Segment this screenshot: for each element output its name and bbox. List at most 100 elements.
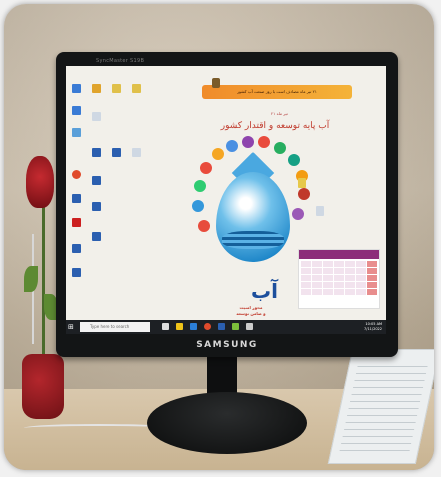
calendar-day (323, 268, 333, 274)
calendar-day (312, 275, 322, 281)
taskbar-clock[interactable]: 10:05 AM 7/11/2022 (364, 322, 382, 332)
subtitle: ۲۱ تیر ماه (271, 111, 288, 116)
calendar-day (301, 289, 311, 295)
emblem-icon (212, 78, 220, 88)
calendar-day (356, 261, 366, 267)
document-icon[interactable] (72, 244, 81, 253)
calendar-day (334, 261, 344, 267)
acrobat-icon[interactable] (72, 218, 81, 227)
bubble-icon (192, 200, 204, 212)
calendar-day (334, 282, 344, 288)
calendar-day (345, 275, 355, 281)
document-icon[interactable] (112, 148, 121, 157)
calendar-day (367, 282, 377, 288)
calendar-day (312, 289, 322, 295)
calendar-day (345, 261, 355, 267)
bubble-icon (288, 154, 300, 166)
network-icon[interactable] (72, 128, 81, 137)
calendar-day (367, 261, 377, 267)
calendar-day (334, 268, 344, 274)
bubble-icon (292, 208, 304, 220)
bubble-icon (226, 140, 238, 152)
bubble-icon (212, 148, 224, 160)
calendar-day (345, 282, 355, 288)
bubble-icon (194, 180, 206, 192)
calendar-widget (298, 249, 380, 309)
bubble-icon (258, 136, 270, 148)
bubble-icon (198, 220, 210, 232)
calendar-day (356, 275, 366, 281)
desktop-screen: ۲۱ تیر ماه مصادف است با روز صنعت آب کشور… (66, 66, 386, 334)
calendar-day (334, 275, 344, 281)
calendar-day (312, 268, 322, 274)
calendar-day (367, 268, 377, 274)
rose-flower (26, 156, 54, 208)
flower-stem (42, 204, 45, 359)
banner: ۲۱ تیر ماه مصادف است با روز صنعت آب کشور (202, 85, 352, 99)
calendar-day (301, 282, 311, 288)
taskbar-search-input[interactable]: Type here to search (80, 322, 150, 332)
document-icon[interactable] (92, 232, 101, 241)
document-icon[interactable] (92, 202, 101, 211)
task-view-icon[interactable] (162, 323, 169, 330)
photo-frame: SyncMaster S19B ۲۱ تیر ماه مصادف است با … (4, 4, 434, 470)
calendar-day (356, 289, 366, 295)
app-icon[interactable] (232, 323, 239, 330)
calendar-day (312, 261, 322, 267)
tagline-1: محور امنیت (239, 305, 263, 310)
folder-icon[interactable] (92, 84, 101, 93)
calendar-day (301, 268, 311, 274)
wave-pattern (222, 231, 284, 249)
file-icon[interactable] (316, 206, 324, 216)
calendar-day (323, 289, 333, 295)
leaf (24, 266, 38, 292)
document-icon[interactable] (92, 148, 101, 157)
monitor-brand-logo: SAMSUNG (196, 340, 258, 350)
bubble-icon (274, 142, 286, 154)
folder-icon[interactable] (112, 84, 121, 93)
bubble-icon (242, 136, 254, 148)
monitor: SyncMaster S19B ۲۱ تیر ماه مصادف است با … (56, 52, 398, 357)
calendar-day (345, 268, 355, 274)
taskbar: ⊞ Type here to search 10:05 AM 7/11/2022 (66, 320, 386, 334)
monitor-model-label: SyncMaster S19B (96, 58, 145, 64)
calendar-day (345, 289, 355, 295)
folder-icon[interactable] (298, 178, 306, 188)
calendar-day (367, 275, 377, 281)
calendar-day (301, 275, 311, 281)
edge-icon[interactable] (190, 323, 197, 330)
calendar-day (367, 289, 377, 295)
monitor-base (147, 392, 307, 454)
bubble-icon (200, 162, 212, 174)
file-explorer-icon[interactable] (176, 323, 183, 330)
calendar-day (323, 261, 333, 267)
clock-date: 7/11/2022 (364, 327, 382, 331)
folder-icon[interactable] (132, 84, 141, 93)
wallpaper-title: آب پایه توسعه و اقتدار کشور (220, 121, 330, 131)
big-letter: آب (251, 279, 278, 303)
word-icon[interactable] (72, 194, 81, 203)
calendar-header (299, 250, 379, 259)
calendar-day (312, 282, 322, 288)
folder-icon[interactable] (72, 106, 81, 115)
calendar-day (323, 275, 333, 281)
mail-icon[interactable] (246, 323, 253, 330)
document-icon[interactable] (72, 268, 81, 277)
calendar-day (356, 282, 366, 288)
file-icon[interactable] (132, 148, 141, 157)
red-vase (22, 354, 64, 419)
calendar-grid (299, 259, 379, 297)
chrome-icon[interactable] (72, 170, 81, 179)
bubble-icon (298, 188, 310, 200)
windows-start-icon[interactable]: ⊞ (68, 323, 76, 331)
calendar-day (301, 261, 311, 267)
file-icon[interactable] (92, 112, 101, 121)
chrome-icon[interactable] (204, 323, 211, 330)
calendar-day (323, 282, 333, 288)
computer-icon[interactable] (72, 84, 81, 93)
word-icon[interactable] (218, 323, 225, 330)
calendar-day (334, 289, 344, 295)
calendar-day (356, 268, 366, 274)
tagline-2: و ضامن توسعه (236, 311, 266, 316)
document-icon[interactable] (92, 176, 101, 185)
